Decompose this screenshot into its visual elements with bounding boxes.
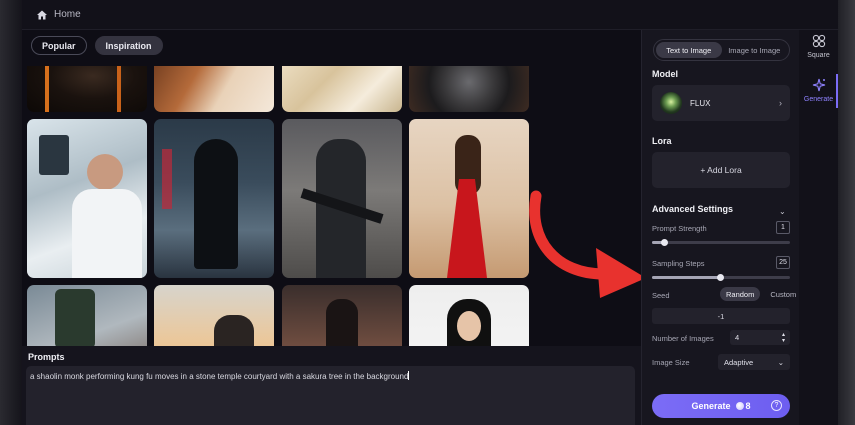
main-content: Popular Inspiration Prompts a shaolin mo…: [22, 30, 641, 425]
model-selector[interactable]: FLUX ›: [652, 85, 790, 121]
model-name: FLUX: [690, 98, 711, 108]
sparkle-generate-icon: [812, 78, 826, 94]
nav-square-label: Square: [807, 52, 830, 59]
gallery-image[interactable]: [154, 119, 274, 278]
nav-generate[interactable]: Generate: [799, 74, 838, 108]
nav-generate-label: Generate: [803, 96, 834, 103]
lora-title: Lora: [652, 136, 672, 146]
image-size-value: Adaptive: [724, 357, 754, 367]
image-gallery: [27, 66, 547, 346]
prompt-text: a shaolin monk performing kung fu moves …: [30, 372, 409, 381]
left-edge-strip: [0, 0, 22, 425]
model-thumbnail: [660, 92, 682, 114]
prompt-strength-slider[interactable]: [652, 239, 790, 246]
chevron-right-icon: ›: [779, 98, 782, 108]
chevron-down-icon[interactable]: ⌄: [779, 207, 786, 216]
gallery-image[interactable]: [282, 119, 402, 278]
slider-fill: [652, 276, 720, 279]
text-caret: [408, 371, 410, 380]
seed-input[interactable]: -1: [652, 308, 790, 324]
stepper-arrows-icon[interactable]: ▴ ▾: [782, 332, 785, 344]
generate-button[interactable]: Generate 8 ?: [652, 394, 790, 418]
prompt-strength-label: Prompt Strength: [652, 224, 707, 233]
advanced-settings-title[interactable]: Advanced Settings: [652, 204, 733, 214]
square-grid-icon: [812, 34, 826, 50]
sampling-steps-label: Sampling Steps: [652, 259, 705, 268]
settings-panel: Text to Image Image to Image Model FLUX …: [641, 30, 799, 425]
seed-random-option[interactable]: Random: [720, 287, 761, 301]
number-of-images-label: Number of Images: [652, 334, 714, 343]
generate-cost: 8: [745, 401, 751, 411]
slider-thumb[interactable]: [661, 239, 669, 246]
number-of-images-stepper[interactable]: 4 ▴ ▾: [730, 330, 790, 345]
add-lora-button[interactable]: + Add Lora: [652, 152, 790, 188]
gallery-image[interactable]: [154, 285, 274, 346]
mode-image-to-image[interactable]: Image to Image: [722, 42, 788, 58]
right-nav: Square Generate: [799, 30, 838, 425]
gallery-image[interactable]: [27, 119, 147, 278]
generate-label: Generate: [691, 401, 731, 411]
prompt-strength-value[interactable]: 1: [776, 221, 790, 234]
home-icon[interactable]: [36, 9, 48, 21]
model-title: Model: [652, 69, 678, 79]
gallery-image[interactable]: [27, 285, 147, 346]
image-size-label: Image Size: [652, 358, 690, 367]
gallery-image[interactable]: [282, 66, 402, 112]
image-size-select[interactable]: Adaptive ⌄: [718, 354, 790, 370]
gallery-image[interactable]: [409, 119, 529, 278]
prompts-title: Prompts: [28, 352, 65, 362]
seed-custom-option[interactable]: Custom: [764, 287, 802, 301]
gallery-image[interactable]: [154, 66, 274, 112]
gallery-image[interactable]: [409, 66, 529, 112]
top-bar: Home: [22, 0, 838, 30]
right-edge-strip: [838, 0, 855, 425]
gallery-image[interactable]: [27, 66, 147, 112]
mode-toggle: Text to Image Image to Image: [653, 39, 790, 61]
number-of-images-value: 4: [735, 333, 740, 342]
gallery-image[interactable]: [282, 285, 402, 346]
nav-square[interactable]: Square: [799, 34, 838, 59]
credit-coin-icon: [735, 402, 744, 410]
prompt-input[interactable]: a shaolin monk performing kung fu moves …: [26, 366, 635, 425]
chevron-down-icon: ⌄: [777, 357, 784, 367]
mode-text-to-image[interactable]: Text to Image: [656, 42, 722, 58]
prompts-panel: Prompts a shaolin monk performing kung f…: [22, 346, 641, 425]
gallery-tabs: Popular Inspiration: [31, 36, 163, 55]
tab-inspiration[interactable]: Inspiration: [94, 36, 163, 55]
tab-popular[interactable]: Popular: [31, 36, 87, 55]
sampling-steps-value[interactable]: 25: [776, 256, 790, 269]
sampling-steps-slider[interactable]: [652, 274, 790, 281]
breadcrumb-home[interactable]: Home: [54, 9, 81, 20]
gallery-image[interactable]: [409, 285, 529, 346]
seed-label: Seed: [652, 291, 670, 300]
seed-mode-toggle: Random Custom: [720, 287, 802, 301]
help-icon[interactable]: ?: [771, 400, 782, 411]
slider-thumb[interactable]: [716, 274, 724, 281]
